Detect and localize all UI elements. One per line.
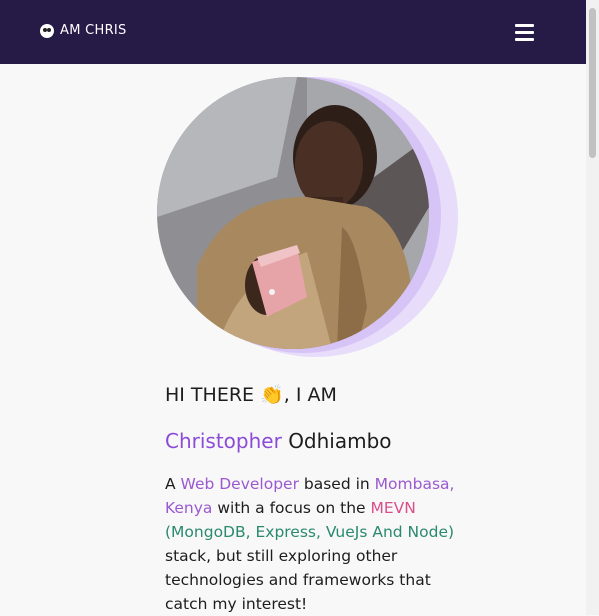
avatar	[157, 77, 429, 349]
greeting: HI THERE 👏, I AM	[165, 380, 455, 410]
bio-based: based in	[298, 475, 375, 493]
clapping-hands-icon: 👏	[260, 384, 284, 406]
panda-icon	[40, 23, 54, 38]
first-name: Christopher	[165, 429, 282, 453]
profile-photo	[157, 77, 429, 349]
navbar: AM CHRIS	[0, 0, 586, 64]
bio-stack: MEVN	[370, 499, 416, 517]
greeting-suffix: , I AM	[283, 384, 337, 406]
full-name: Christopher Odhiambo	[165, 426, 455, 456]
bio: A Web Developer based in Mombasa, Kenya …	[165, 472, 455, 616]
scrollbar[interactable]	[586, 0, 599, 615]
brand-link[interactable]: AM CHRIS	[40, 23, 127, 38]
greeting-prefix: HI THERE	[165, 384, 255, 406]
last-name: Odhiambo	[288, 429, 392, 453]
bio-role: Web Developer	[180, 475, 299, 493]
scrollbar-thumb[interactable]	[589, 8, 596, 158]
bio-rest: stack, but still exploring other technol…	[165, 547, 431, 613]
bio-focus: with a focus on the	[212, 499, 371, 517]
hamburger-menu-icon[interactable]	[515, 24, 534, 41]
intro-section: HI THERE 👏, I AM Christopher Odhiambo A …	[165, 380, 455, 616]
bio-a: A	[165, 475, 181, 493]
avatar-section	[157, 77, 462, 357]
bio-stack-detail: (MongoDB, Express, VueJs And Node)	[165, 523, 455, 541]
brand-text: AM CHRIS	[60, 23, 127, 38]
